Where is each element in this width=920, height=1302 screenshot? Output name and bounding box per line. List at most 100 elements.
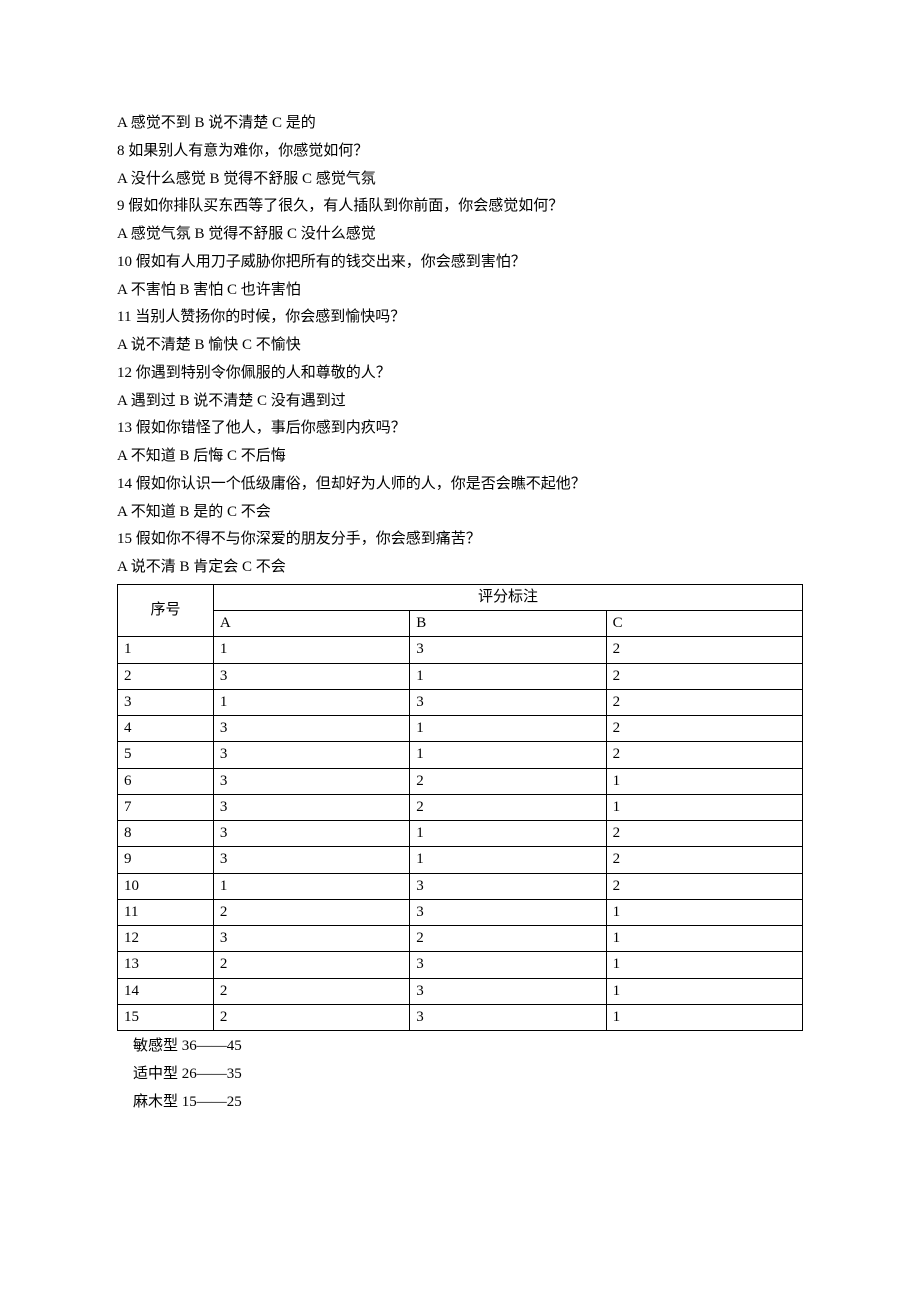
cell-c: 2 <box>606 689 802 715</box>
table-row: 15231 <box>118 1004 803 1030</box>
question-text: 8 如果别人有意为难你，你感觉如何？ <box>117 138 803 166</box>
cell-c: 1 <box>606 952 802 978</box>
cell-c: 1 <box>606 899 802 925</box>
table-row: 14231 <box>118 978 803 1004</box>
cell-a: 1 <box>213 873 409 899</box>
question-text: 15 假如你不得不与你深爱的朋友分手，你会感到痛苦？ <box>117 526 803 554</box>
cell-a: 3 <box>213 716 409 742</box>
answer-line: A 遇到过 B 说不清楚 C 没有遇到过 <box>117 388 803 416</box>
answer-line: A 感觉不到 B 说不清楚 C 是的 <box>117 110 803 138</box>
cell-b: 1 <box>410 847 606 873</box>
cell-seq: 5 <box>118 742 214 768</box>
cell-a: 2 <box>213 952 409 978</box>
cell-a: 1 <box>213 689 409 715</box>
cell-c: 2 <box>606 663 802 689</box>
cell-c: 2 <box>606 873 802 899</box>
cell-seq: 11 <box>118 899 214 925</box>
cell-b: 3 <box>410 952 606 978</box>
cell-b: 3 <box>410 873 606 899</box>
table-row: 6321 <box>118 768 803 794</box>
question-text: 11 当别人赞扬你的时候，你会感到愉快吗？ <box>117 304 803 332</box>
cell-b: 1 <box>410 663 606 689</box>
cell-c: 2 <box>606 637 802 663</box>
table-header-row: 序号 评分标注 <box>118 584 803 610</box>
cell-b: 3 <box>410 689 606 715</box>
cell-seq: 6 <box>118 768 214 794</box>
cell-b: 3 <box>410 899 606 925</box>
cell-a: 2 <box>213 978 409 1004</box>
question-text: 12 你遇到特别令你佩服的人和尊敬的人？ <box>117 360 803 388</box>
cell-b: 3 <box>410 978 606 1004</box>
question-text: 10 假如有人用刀子威胁你把所有的钱交出来，你会感到害怕？ <box>117 249 803 277</box>
cell-seq: 12 <box>118 926 214 952</box>
cell-b: 3 <box>410 1004 606 1030</box>
result-numb: 麻木型 15——25 <box>117 1089 803 1117</box>
cell-a: 3 <box>213 742 409 768</box>
cell-a: 3 <box>213 847 409 873</box>
question-text: 13 假如你错怪了他人，事后你感到内疚吗？ <box>117 415 803 443</box>
cell-seq: 3 <box>118 689 214 715</box>
cell-b: 2 <box>410 768 606 794</box>
cell-a: 2 <box>213 899 409 925</box>
table-row: 4312 <box>118 716 803 742</box>
cell-seq: 15 <box>118 1004 214 1030</box>
document-page: A 感觉不到 B 说不清楚 C 是的 8 如果别人有意为难你，你感觉如何？ A … <box>0 0 920 1302</box>
cell-seq: 9 <box>118 847 214 873</box>
cell-b: 1 <box>410 716 606 742</box>
header-col-b: B <box>410 611 606 637</box>
cell-a: 3 <box>213 926 409 952</box>
cell-a: 3 <box>213 794 409 820</box>
result-moderate: 适中型 26——35 <box>117 1061 803 1089</box>
cell-c: 2 <box>606 742 802 768</box>
table-row: 1132 <box>118 637 803 663</box>
cell-seq: 13 <box>118 952 214 978</box>
table-row: 10132 <box>118 873 803 899</box>
question-text: 9 假如你排队买东西等了很久，有人插队到你前面，你会感觉如何？ <box>117 193 803 221</box>
table-row: 12321 <box>118 926 803 952</box>
answer-line: A 不知道 B 后悔 C 不后悔 <box>117 443 803 471</box>
cell-a: 1 <box>213 637 409 663</box>
table-row: 9312 <box>118 847 803 873</box>
cell-c: 2 <box>606 716 802 742</box>
result-sensitive: 敏感型 36——45 <box>117 1033 803 1061</box>
cell-seq: 1 <box>118 637 214 663</box>
results-section: 敏感型 36——45 适中型 26——35 麻木型 15——25 <box>117 1033 803 1116</box>
cell-c: 1 <box>606 794 802 820</box>
cell-b: 1 <box>410 742 606 768</box>
cell-a: 3 <box>213 821 409 847</box>
cell-a: 2 <box>213 1004 409 1030</box>
table-row: 7321 <box>118 794 803 820</box>
table-row: 13231 <box>118 952 803 978</box>
cell-c: 2 <box>606 821 802 847</box>
cell-seq: 7 <box>118 794 214 820</box>
table-row: 8312 <box>118 821 803 847</box>
cell-c: 1 <box>606 1004 802 1030</box>
cell-seq: 14 <box>118 978 214 1004</box>
header-scoring: 评分标注 <box>213 584 802 610</box>
question-text: 14 假如你认识一个低级庸俗，但却好为人师的人，你是否会瞧不起他？ <box>117 471 803 499</box>
table-subheader-row: A B C <box>118 611 803 637</box>
table-row: 2312 <box>118 663 803 689</box>
cell-b: 1 <box>410 821 606 847</box>
cell-c: 1 <box>606 768 802 794</box>
table-row: 3132 <box>118 689 803 715</box>
cell-seq: 10 <box>118 873 214 899</box>
cell-b: 2 <box>410 926 606 952</box>
table-row: 5312 <box>118 742 803 768</box>
header-sequence: 序号 <box>118 584 214 637</box>
cell-c: 1 <box>606 978 802 1004</box>
header-col-c: C <box>606 611 802 637</box>
cell-a: 3 <box>213 663 409 689</box>
answer-line: A 不知道 B 是的 C 不会 <box>117 499 803 527</box>
cell-c: 1 <box>606 926 802 952</box>
header-col-a: A <box>213 611 409 637</box>
cell-b: 3 <box>410 637 606 663</box>
answer-line: A 感觉气氛 B 觉得不舒服 C 没什么感觉 <box>117 221 803 249</box>
cell-seq: 2 <box>118 663 214 689</box>
answer-line: A 说不清楚 B 愉快 C 不愉快 <box>117 332 803 360</box>
cell-a: 3 <box>213 768 409 794</box>
answer-line: A 说不清 B 肯定会 C 不会 <box>117 554 803 582</box>
cell-c: 2 <box>606 847 802 873</box>
answer-line: A 没什么感觉 B 觉得不舒服 C 感觉气氛 <box>117 166 803 194</box>
cell-seq: 4 <box>118 716 214 742</box>
